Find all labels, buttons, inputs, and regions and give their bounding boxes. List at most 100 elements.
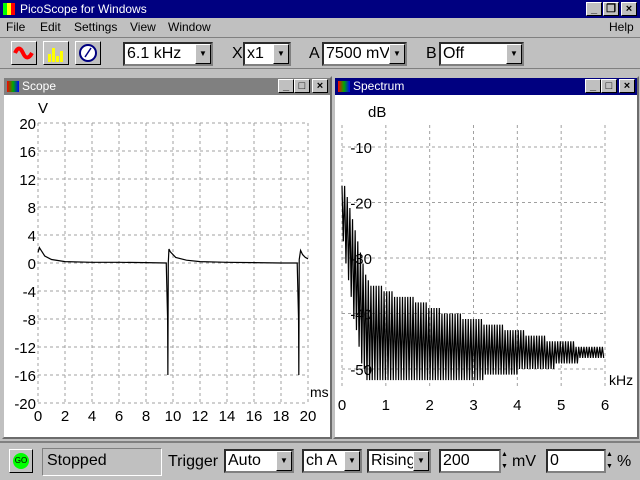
scope-view-button[interactable] <box>11 41 37 65</box>
chevron-down-icon[interactable]: ▼ <box>389 44 405 64</box>
x-tick-label: 8 <box>142 408 150 425</box>
app-title: PicoScope for Windows <box>20 2 147 16</box>
spectrum-minimize-button[interactable]: _ <box>585 79 601 93</box>
threshold-unit: mV <box>512 453 536 470</box>
spectrum-trace <box>341 185 605 381</box>
channel-a-range-select[interactable]: 7500 mV ▼ <box>322 42 407 66</box>
x-tick-label: 10 <box>165 408 182 425</box>
y-tick-label: 8 <box>28 200 36 217</box>
x-tick-label: 6 <box>601 397 609 414</box>
threshold-spinner[interactable]: ▲ ▼ <box>501 449 511 473</box>
x-tick-label: 1 <box>382 397 390 414</box>
threshold-value: 200 <box>443 452 470 469</box>
y-tick-label: 12 <box>19 172 36 189</box>
trigger-mode-value: Auto <box>228 452 261 469</box>
scope-chart[interactable]: 0 2 4 6 8 10 12 14 16 18 20201612840-4-8-12-16-20V… <box>4 95 330 437</box>
delay-input[interactable]: 0 <box>546 449 606 473</box>
chevron-down-icon[interactable]: ▼ <box>273 44 289 64</box>
x-tick-label: 4 <box>513 397 521 414</box>
x-tick-label: 20 <box>300 408 317 425</box>
threshold-input[interactable]: 200 <box>439 449 501 473</box>
channel-b-range-select[interactable]: Off ▼ <box>439 42 524 66</box>
x-zoom-value: x1 <box>247 45 264 62</box>
b-label: B <box>426 45 437 62</box>
x-tick-label: 12 <box>192 408 209 425</box>
meter-view-button[interactable] <box>75 41 101 65</box>
y-tick-label: -4 <box>23 284 36 301</box>
app-titlebar: PicoScope for Windows _ ❐ × <box>0 0 640 18</box>
a-range-value: 7500 mV <box>326 45 391 62</box>
app-logo-icon <box>3 3 15 15</box>
x-tick-label: 5 <box>557 397 565 414</box>
minimize-button[interactable]: _ <box>586 2 602 16</box>
delay-value: 0 <box>550 452 559 469</box>
x-zoom-select[interactable]: x1 ▼ <box>243 42 291 66</box>
x-tick-label: 14 <box>219 408 236 425</box>
chevron-down-icon[interactable]: ▼ <box>344 451 360 471</box>
menu-help[interactable]: Help <box>609 20 634 34</box>
y-tick-label: 0 <box>28 256 36 273</box>
x-tick-label: 2 <box>61 408 69 425</box>
spectrum-window-icon <box>338 81 350 92</box>
y-axis-label: V <box>38 100 48 117</box>
go-label: GO <box>13 453 29 469</box>
scope-window: Scope _ □ × 0 2 4 6 8 10 12 14 16 18 20 20 16 12 8 4 0 -4… <box>2 76 332 439</box>
y-tick-label: -12 <box>14 340 36 357</box>
scope-close-button[interactable]: × <box>312 79 328 93</box>
y-tick-label: 20 <box>19 116 36 133</box>
y-tick-label: -20 <box>350 196 372 213</box>
a-label: A <box>309 45 320 62</box>
menu-settings[interactable]: Settings <box>74 20 117 34</box>
x-tick-label: 3 <box>469 397 477 414</box>
x-tick-label: 0 <box>338 397 346 414</box>
menu-file[interactable]: File <box>6 20 25 34</box>
trigger-channel-value: ch A <box>306 452 338 469</box>
trigger-edge-select[interactable]: Rising ▼ <box>367 449 431 473</box>
menu-edit[interactable]: Edit <box>40 20 61 34</box>
chevron-down-icon[interactable]: ▼ <box>195 44 211 64</box>
y-tick-label: 4 <box>28 228 36 245</box>
scope-maximize-button[interactable]: □ <box>294 79 310 93</box>
x-tick-label: 16 <box>246 408 263 425</box>
toolbar: 6.1 kHz ▼ X x1 ▼ A 7500 mV ▼ B Off ▼ <box>0 37 640 69</box>
y-axis-label: dB <box>368 104 386 121</box>
scope-window-icon <box>7 81 19 92</box>
b-range-value: Off <box>443 45 465 62</box>
x-axis-label: kHz <box>609 372 633 388</box>
x-tick-label: 18 <box>273 408 290 425</box>
status-bar: GO Stopped Trigger Auto ▼ ch A ▼ Rising ▼ 2… <box>0 441 640 480</box>
chevron-down-icon[interactable]: ▼ <box>506 44 522 64</box>
timebase-select[interactable]: 6.1 kHz ▼ <box>123 42 213 66</box>
close-button[interactable]: × <box>621 2 637 16</box>
trigger-mode-select[interactable]: Auto ▼ <box>224 449 294 473</box>
chevron-down-icon[interactable]: ▼ <box>276 451 292 471</box>
trigger-edge-value: Rising <box>371 452 416 469</box>
delay-spinner[interactable]: ▲ ▼ <box>606 449 616 473</box>
trigger-channel-select[interactable]: ch A ▼ <box>302 449 362 473</box>
x-tick-label: 2 <box>425 397 433 414</box>
delay-unit: % <box>617 453 632 470</box>
scope-window-title: Scope <box>22 79 57 93</box>
y-tick-label: -20 <box>14 396 36 413</box>
scope-minimize-button[interactable]: _ <box>278 79 294 93</box>
restore-button[interactable]: ❐ <box>603 2 619 16</box>
menu-bar: File Edit Settings View Window Help <box>0 18 640 36</box>
y-tick-label: 16 <box>19 144 36 161</box>
spectrum-window: Spectrum _ □ × 0 1 2 3 4 5 6 -10 -20 -30 -40 -50 dB k… <box>333 76 639 439</box>
go-button[interactable]: GO <box>9 449 33 473</box>
x-label: X <box>232 45 243 62</box>
x-tick-label: 6 <box>115 408 123 425</box>
spectrum-close-button[interactable]: × <box>619 79 635 93</box>
status-text: Stopped <box>42 448 162 476</box>
spectrum-maximize-button[interactable]: □ <box>601 79 617 93</box>
x-axis-label: ms <box>310 384 329 400</box>
menu-view[interactable]: View <box>130 20 156 34</box>
y-tick-label: -8 <box>23 312 36 329</box>
timebase-value: 6.1 kHz <box>127 45 182 62</box>
spectrum-view-button[interactable] <box>43 41 69 65</box>
y-tick-label: -16 <box>14 368 36 385</box>
chevron-down-icon[interactable]: ▼ <box>413 451 429 471</box>
spectrum-window-title: Spectrum <box>353 79 405 93</box>
menu-window[interactable]: Window <box>168 20 211 34</box>
spectrum-chart[interactable]: 0 1 2 3 4 5 6-10-20-30-40-50dBkHz <box>335 95 637 437</box>
